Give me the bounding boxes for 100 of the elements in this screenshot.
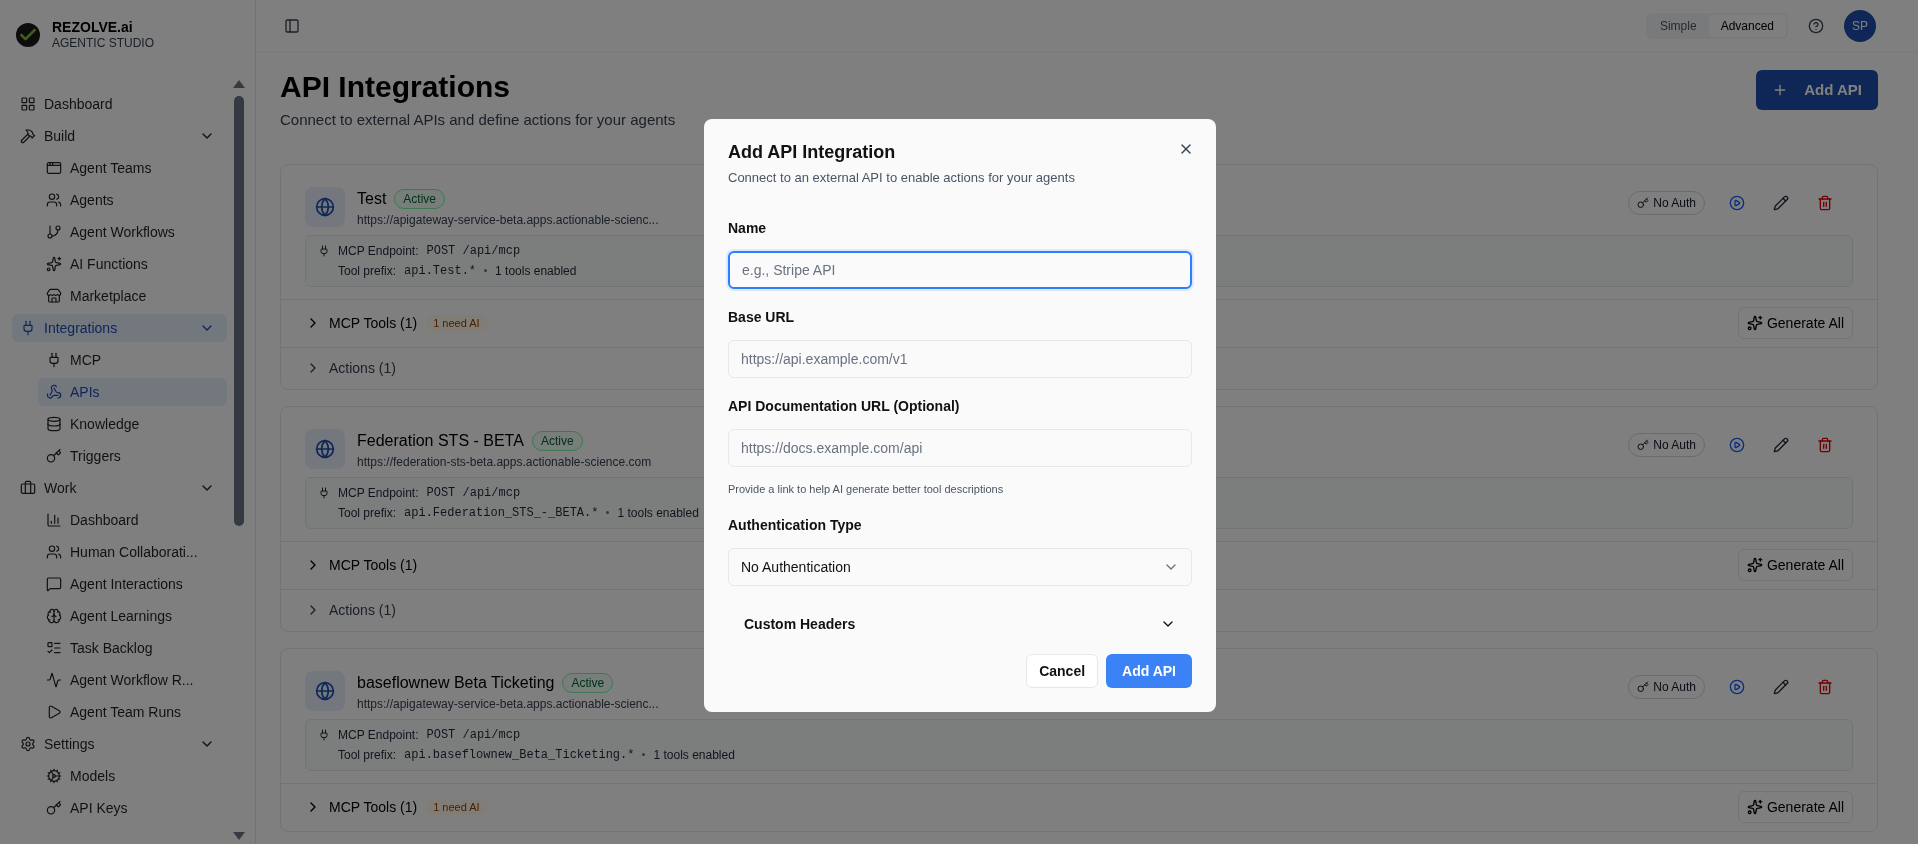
pencil-icon	[1773, 194, 1789, 211]
sidebar-subitem[interactable]: Agent Learnings	[38, 602, 227, 630]
generate-all-button[interactable]: Generate All	[1737, 307, 1853, 339]
globe-icon	[305, 428, 345, 469]
sidebar-subitem[interactable]: Human Collaborati...	[38, 538, 227, 566]
trash-icon	[1817, 678, 1833, 695]
generate-all-button[interactable]: Generate All	[1737, 549, 1853, 581]
logo-icon	[16, 23, 40, 47]
status-badge: Active	[531, 430, 583, 451]
sidebar-subitem[interactable]: AI Functions	[38, 250, 227, 278]
nav-icon	[46, 416, 62, 432]
section-toggle[interactable]: MCP Tools (1)	[305, 554, 418, 576]
help-button[interactable]	[1808, 17, 1824, 34]
nav-icon	[46, 608, 62, 624]
section-toggle[interactable]: MCP Tools (1)	[305, 796, 418, 818]
nav-icon	[46, 448, 62, 464]
sparkles-icon	[1746, 557, 1763, 573]
nav-icon	[46, 352, 62, 368]
brand-subtitle: AGENTIC STUDIO	[52, 36, 154, 52]
nav-icon	[46, 512, 62, 528]
page-title: API Integrations	[280, 69, 512, 105]
sidebar-subitem[interactable]: APIs	[38, 378, 227, 406]
prefix-value: api.Federation_STS_-_BETA.*	[404, 504, 599, 522]
play-icon	[1729, 194, 1745, 211]
globe-icon	[305, 670, 345, 711]
sidebar-item[interactable]: Build	[12, 122, 227, 150]
sidebar-subitem[interactable]: Agent Interactions	[38, 570, 227, 598]
nav-icon	[20, 96, 36, 112]
nav-icon	[46, 384, 62, 400]
sidebar-toggle-button[interactable]	[284, 17, 300, 34]
integration-url: https://federation-sts-beta.apps.actionable-science.com	[357, 453, 652, 471]
sidebar-subitem[interactable]: Task Backlog	[38, 634, 227, 662]
nav-icon	[46, 704, 62, 720]
sidebar-item[interactable]: Settings	[12, 730, 227, 758]
sidebar-subitem[interactable]: MCP	[38, 346, 227, 374]
need-ai-badge: 1 need AI	[425, 314, 488, 332]
prefix-value: api.Test.*	[404, 262, 477, 280]
mode-tab[interactable]: Simple	[1647, 14, 1709, 37]
pencil-icon	[1773, 678, 1789, 695]
prefix-label: Tool prefix:	[338, 504, 397, 522]
field-hint: Provide a link to help AI generate better tool descriptions	[728, 481, 1005, 497]
field-label: Name	[728, 218, 768, 238]
nav-icon	[46, 640, 62, 656]
endpoint-value: POST /api/mcp	[426, 484, 521, 502]
sparkles-icon	[1746, 315, 1763, 331]
section-toggle[interactable]: Actions (1)	[305, 599, 396, 621]
sidebar-item[interactable]: Dashboard	[12, 90, 227, 118]
tools-enabled: 1 tools enabled	[653, 746, 735, 764]
auth-type-select[interactable]: No Authentication	[728, 548, 1192, 586]
sidebar-subitem[interactable]: API Keys	[38, 794, 227, 822]
endpoint-value: POST /api/mcp	[426, 242, 521, 260]
tools-enabled: 1 tools enabled	[617, 504, 699, 522]
mode-tab[interactable]: Advanced	[1708, 14, 1786, 37]
dialog-description: Connect to an external API to enable actions for your agents	[728, 169, 1075, 187]
sidebar-subitem[interactable]: Dashboard	[38, 506, 227, 534]
plug-icon	[318, 728, 330, 741]
sidebar-subitem[interactable]: Agents	[38, 186, 227, 214]
sidebar-subitem[interactable]: Triggers	[38, 442, 227, 470]
sidebar-subitem[interactable]: Knowledge	[38, 410, 227, 438]
custom-headers-toggle[interactable]: Custom Headers	[728, 604, 1192, 644]
section-toggle[interactable]: MCP Tools (1)	[305, 312, 418, 334]
nav-icon	[20, 736, 36, 752]
add-api-button[interactable]: Add API	[1106, 654, 1192, 688]
field-label: Authentication Type	[728, 516, 863, 535]
sidebar-subitem[interactable]: Marketplace	[38, 282, 227, 310]
integration-url: https://apigateway-service-beta.apps.actionable-scienc...	[357, 211, 659, 229]
sidebar-item[interactable]: Work	[12, 474, 227, 502]
dialog-title: Add API Integration	[728, 141, 896, 164]
prefix-value: api.baseflownew_Beta_Ticketing.*	[404, 746, 635, 764]
integration-name: baseflownew Beta Ticketing	[357, 672, 555, 693]
prefix-label: Tool prefix:	[338, 746, 397, 764]
cancel-button[interactable]: Cancel	[1026, 654, 1099, 688]
sidebar-subitem[interactable]: Agent Teams	[38, 154, 227, 182]
brand-name: REZOLVE.ai	[52, 18, 134, 37]
sidebar-subitem[interactable]: Models	[38, 762, 227, 790]
section-toggle[interactable]: Actions (1)	[305, 357, 396, 379]
play-icon	[1729, 678, 1745, 695]
page-subtitle: Connect to external APIs and define actions for your agents	[280, 110, 677, 130]
nav-icon	[46, 256, 62, 272]
nav-icon	[46, 544, 62, 560]
sidebar-subitem[interactable]: Agent Workflows	[38, 218, 227, 246]
nav-icon	[46, 800, 62, 816]
generate-all-button[interactable]: Generate All	[1737, 791, 1853, 823]
nav-icon	[46, 768, 62, 784]
sidebar-item[interactable]: Integrations	[12, 314, 227, 342]
integration-name: Test	[357, 188, 387, 209]
user-avatar[interactable]: SP	[1844, 9, 1876, 42]
trash-icon	[1817, 194, 1833, 211]
nav-icon	[46, 160, 62, 176]
plug-icon	[318, 486, 330, 499]
nav-icon	[20, 320, 36, 336]
text-field[interactable]: e.g., Stripe API	[728, 250, 1192, 289]
field-label: Base URL	[728, 307, 796, 327]
sparkles-icon	[1746, 799, 1763, 815]
key-icon	[1637, 680, 1650, 693]
pencil-icon	[1773, 436, 1789, 453]
sidebar-subitem[interactable]: Agent Team Runs	[38, 698, 227, 726]
sidebar-subitem[interactable]: Agent Workflow R...	[38, 666, 227, 694]
add-api-button[interactable]: Add API	[1756, 70, 1878, 110]
endpoint-value: POST /api/mcp	[426, 726, 521, 744]
